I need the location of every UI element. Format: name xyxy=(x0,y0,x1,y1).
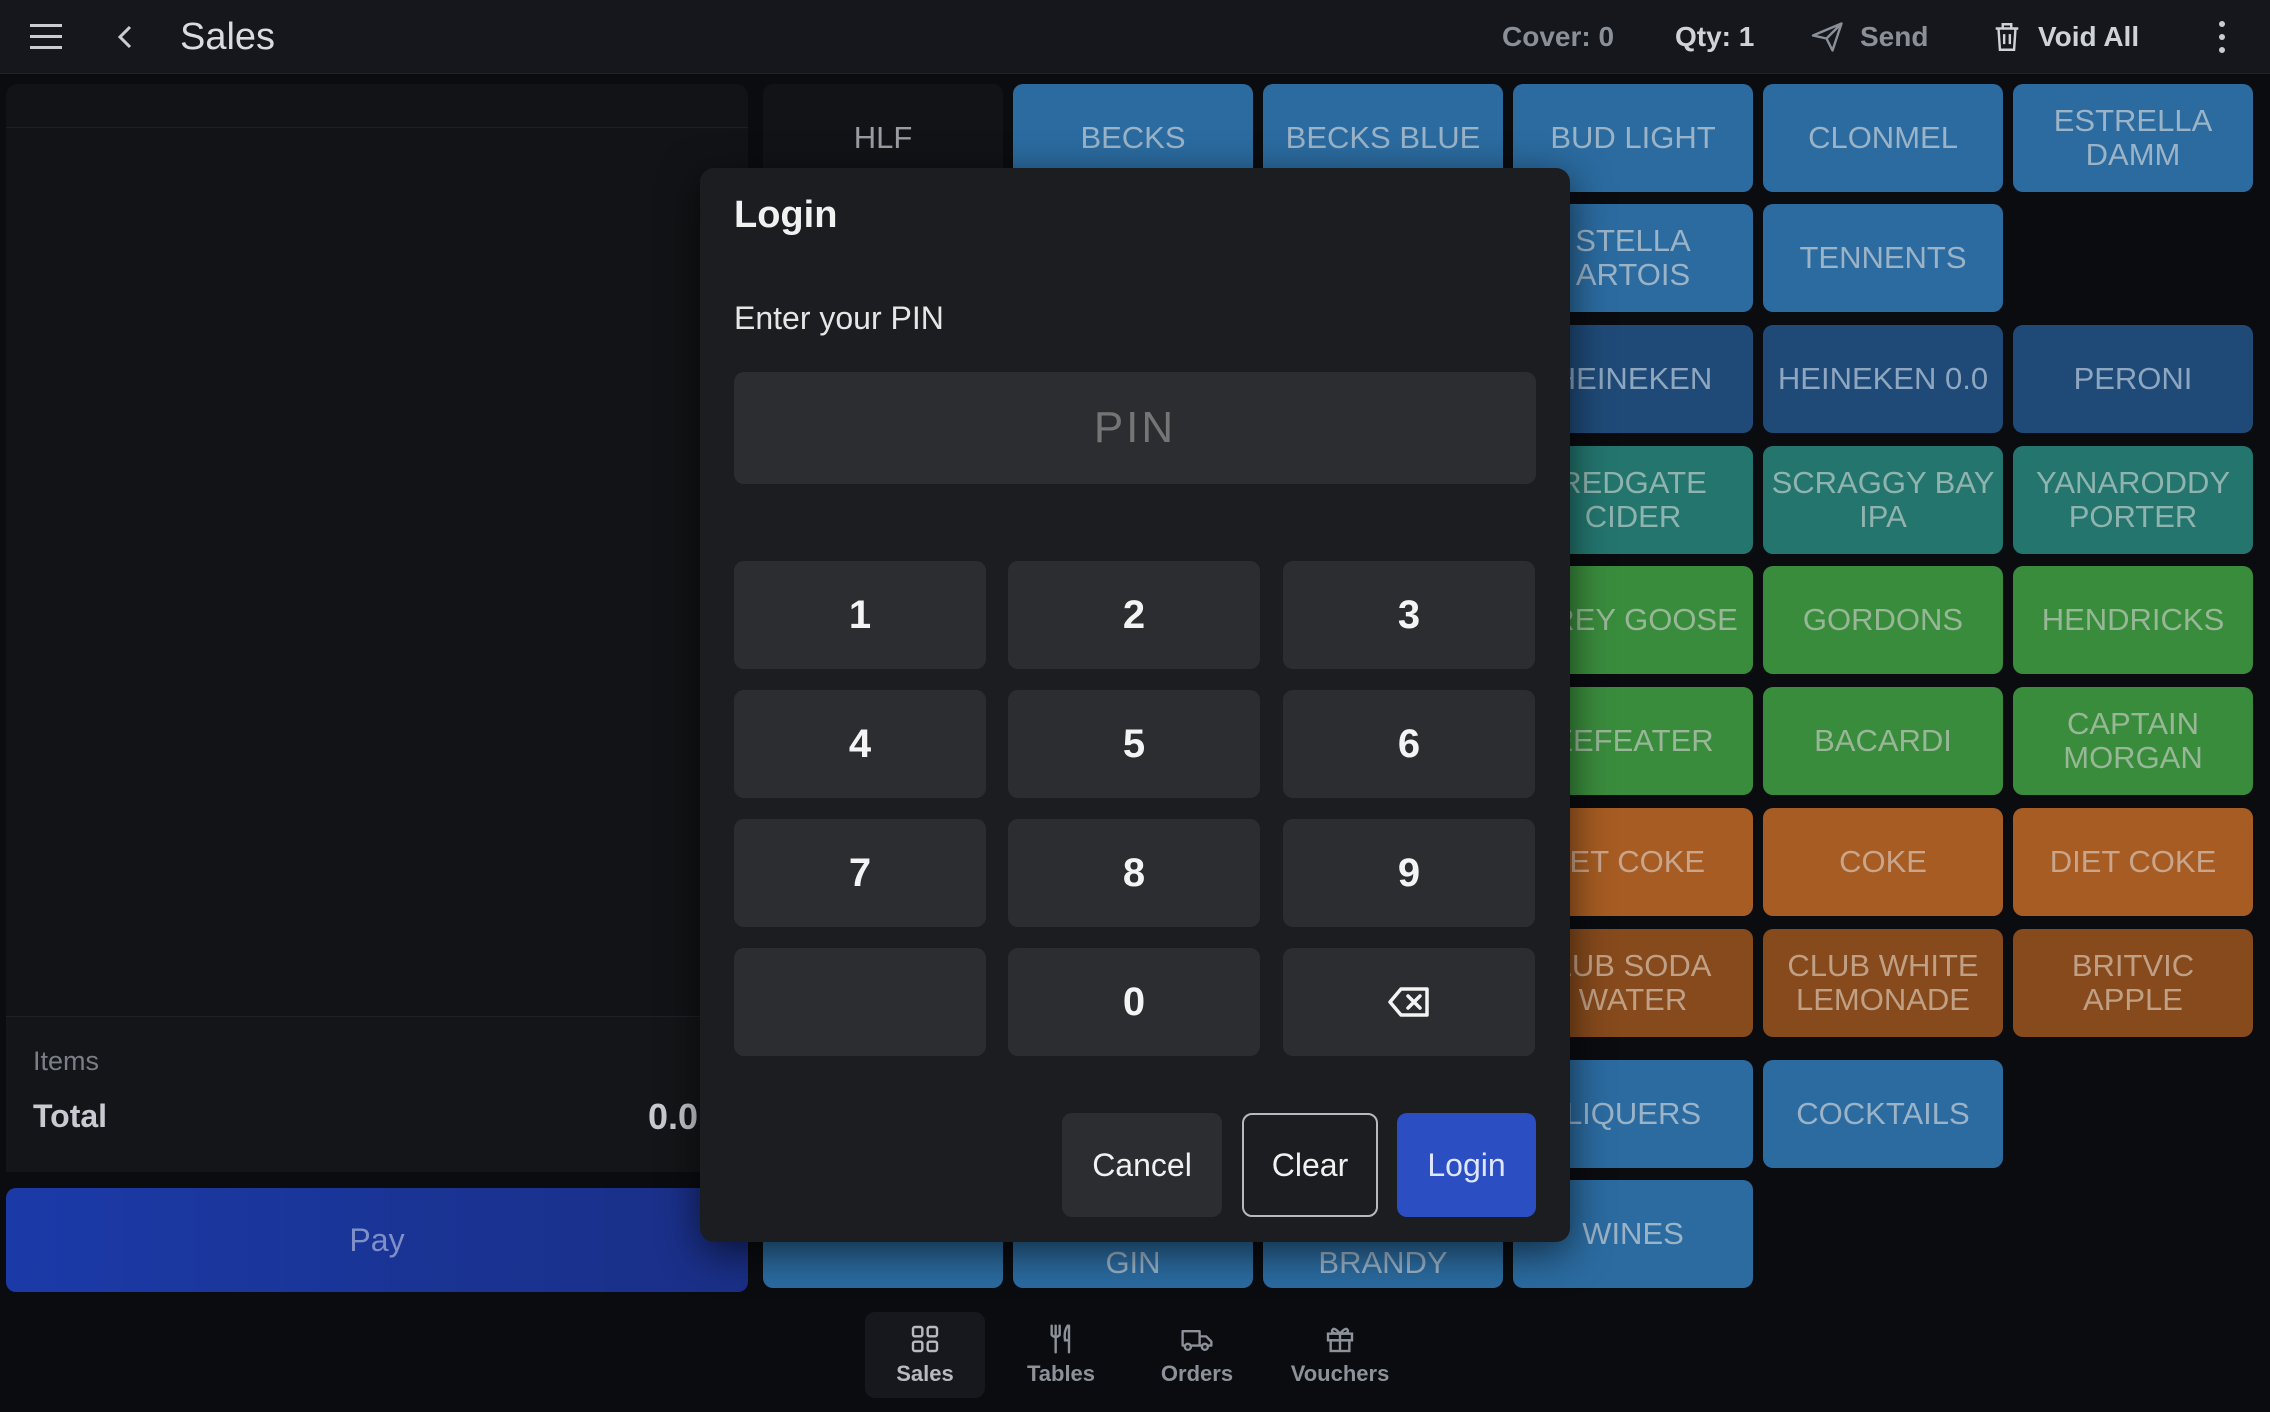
keypad-blank xyxy=(734,948,986,1056)
login-button[interactable]: Login xyxy=(1397,1113,1536,1217)
send-icon xyxy=(1811,22,1843,52)
keypad-5[interactable]: 5 xyxy=(1008,690,1260,798)
cutlery-icon xyxy=(1050,1324,1071,1354)
page-title: Sales xyxy=(180,16,276,58)
qty-count[interactable]: Qty: 1 xyxy=(1675,0,1754,74)
more-options-icon[interactable] xyxy=(2210,0,2234,74)
void-all-button[interactable]: Void All xyxy=(1990,0,2139,74)
product-diet-coke[interactable]: DIET COKE xyxy=(2013,808,2253,916)
pin-prompt: Enter your PIN xyxy=(734,300,944,336)
backspace-icon xyxy=(1388,987,1429,1017)
product-clonmel[interactable]: CLONMEL xyxy=(1763,84,2003,192)
keypad-2[interactable]: 2 xyxy=(1008,561,1260,669)
clear-button[interactable]: Clear xyxy=(1242,1113,1378,1217)
items-label: Items xyxy=(33,1046,100,1076)
product-bacardi[interactable]: BACARDI xyxy=(1763,687,2003,795)
back-arrow-icon[interactable] xyxy=(112,0,138,74)
nav-sales-label: Sales xyxy=(896,1361,954,1386)
product-coke[interactable]: COKE xyxy=(1763,808,2003,916)
product-hendricks[interactable]: HENDRICKS xyxy=(2013,566,2253,674)
product-estrella-damm[interactable]: ESTRELLA DAMM xyxy=(2013,84,2253,192)
keypad-9[interactable]: 9 xyxy=(1283,819,1535,927)
send-button[interactable]: Send xyxy=(1810,0,1928,74)
delivery-truck-icon xyxy=(1181,1329,1213,1352)
product-tennents[interactable]: TENNENTS xyxy=(1763,204,2003,312)
keypad-1[interactable]: 1 xyxy=(734,561,986,669)
nav-tables-label: Tables xyxy=(1026,1361,1096,1386)
nav-orders[interactable]: Orders xyxy=(1140,1312,1254,1398)
nav-sales[interactable]: Sales xyxy=(865,1312,985,1398)
keypad-6[interactable]: 6 xyxy=(1283,690,1535,798)
grid-icon xyxy=(911,1325,939,1353)
cancel-button[interactable]: Cancel xyxy=(1062,1113,1222,1217)
product-scraggy-bay-ipa[interactable]: SCRAGGY BAY IPA xyxy=(1763,446,2003,554)
keypad-3[interactable]: 3 xyxy=(1283,561,1535,669)
nav-orders-label: Orders xyxy=(1160,1361,1234,1386)
product-club-white-lemonade[interactable]: CLUB WHITE LEMONADE xyxy=(1763,929,2003,1037)
nav-tables[interactable]: Tables xyxy=(1006,1312,1116,1398)
pin-input[interactable] xyxy=(734,372,1536,484)
product-gordons[interactable]: GORDONS xyxy=(1763,566,2003,674)
top-bar xyxy=(0,0,2270,74)
cover-count[interactable]: Cover: 0 xyxy=(1502,0,1614,74)
total-label: Total xyxy=(33,1098,108,1134)
total-value: 0.0 xyxy=(647,1096,698,1137)
gift-icon xyxy=(1326,1327,1354,1353)
product-heineken-00[interactable]: HEINEKEN 0.0 xyxy=(1763,325,2003,433)
nav-vouchers[interactable]: Vouchers xyxy=(1280,1312,1400,1398)
void-all-label: Void All xyxy=(2038,21,2140,52)
trash-icon xyxy=(1995,23,2019,51)
login-dialog-title: Login xyxy=(734,194,838,236)
keypad-backspace[interactable] xyxy=(1283,948,1535,1056)
keypad-4[interactable]: 4 xyxy=(734,690,986,798)
product-peroni[interactable]: PERONI xyxy=(2013,325,2253,433)
order-panel xyxy=(6,84,748,1172)
keypad-7[interactable]: 7 xyxy=(734,819,986,927)
nav-vouchers-label: Vouchers xyxy=(1290,1361,1390,1386)
category-cocktails[interactable]: COCKTAILS xyxy=(1763,1060,2003,1168)
keypad-0[interactable]: 0 xyxy=(1008,948,1260,1056)
keypad-8[interactable]: 8 xyxy=(1008,819,1260,927)
order-list-header xyxy=(6,84,748,128)
product-britvic-apple[interactable]: BRITVIC APPLE xyxy=(2013,929,2253,1037)
send-label: Send xyxy=(1860,21,1929,52)
pay-button[interactable]: Pay xyxy=(6,1188,748,1292)
order-summary xyxy=(6,1016,748,1172)
product-captain-morgan[interactable]: CAPTAIN MORGAN xyxy=(2013,687,2253,795)
product-yanaroddy-porter[interactable]: YANARODDY PORTER xyxy=(2013,446,2253,554)
